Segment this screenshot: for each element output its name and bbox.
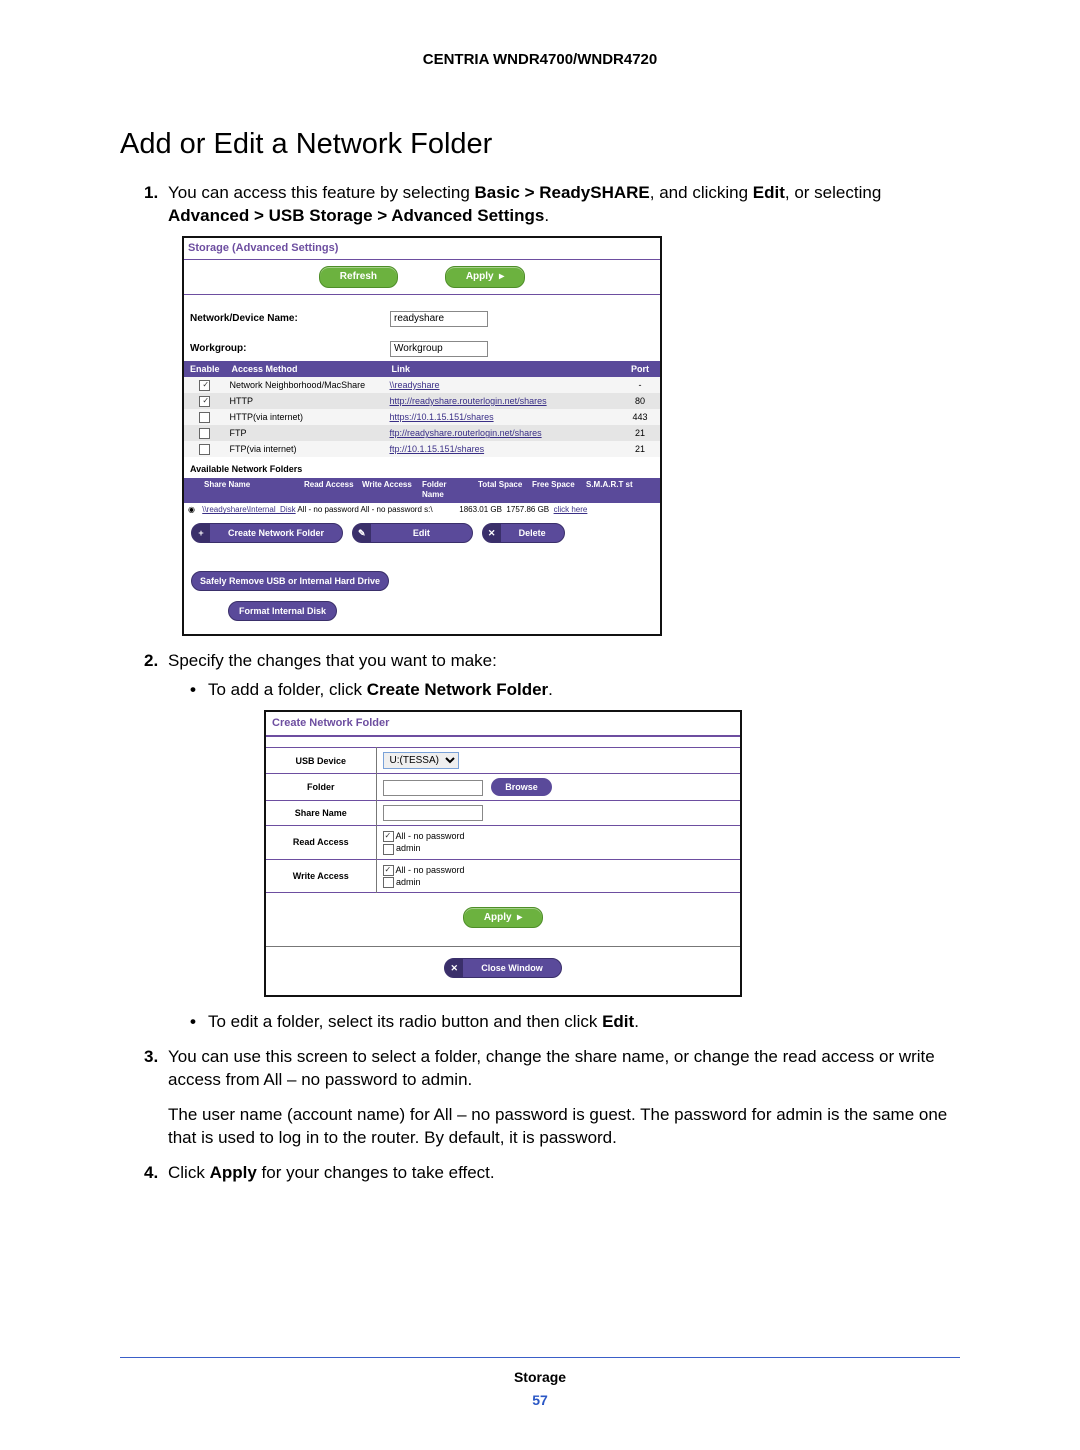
read-admin-checkbox[interactable] (383, 844, 394, 855)
step-3-para-2: The user name (account name) for All – n… (168, 1104, 960, 1150)
step-1-text-c: , and clicking (650, 183, 753, 202)
step-1-bold-2: Edit (753, 183, 785, 202)
create-network-folder-button[interactable]: +Create Network Folder (191, 523, 343, 543)
footer-rule (120, 1357, 960, 1358)
link-cell[interactable]: \\readyshare (390, 380, 440, 390)
link-cell[interactable]: https://10.1.15.151/shares (390, 412, 494, 422)
format-disk-button[interactable]: Format Internal Disk (228, 601, 337, 621)
port-cell: 80 (620, 393, 660, 409)
write-admin-checkbox[interactable] (383, 877, 394, 888)
usb-device-select[interactable]: U:(TESSA) (383, 752, 459, 769)
step-1-bold-1: Basic > ReadySHARE (475, 183, 650, 202)
step-1-text-a: You can access this feature by selecting (168, 183, 475, 202)
method-cell: HTTP (226, 393, 386, 409)
folders-header: Share Name Read Access Write Access Fold… (184, 478, 660, 504)
step-2-bullet-2: To edit a folder, select its radio butto… (186, 1011, 960, 1034)
refresh-button[interactable]: Refresh (319, 266, 398, 288)
th-port: Port (620, 361, 660, 377)
port-cell: 21 (620, 441, 660, 457)
panel2-title: Create Network Folder (266, 712, 740, 735)
workgroup-label: Workgroup: (190, 342, 390, 356)
folder-row: ◉ \\readyshare\Internal_Disk All - no pa… (184, 503, 660, 518)
footer-section-label: Storage (120, 1368, 960, 1387)
smart-link[interactable]: click here (554, 505, 588, 514)
read-all-checkbox[interactable] (383, 831, 394, 842)
create-network-folder-screenshot: Create Network Folder USB Device U:(TESS… (264, 710, 742, 997)
page-number: 57 (120, 1391, 960, 1410)
step-2: Specify the changes that you want to mak… (144, 650, 960, 1034)
link-cell[interactable]: http://readyshare.routerlogin.net/shares (390, 396, 547, 406)
step-3-para-1: You can use this screen to select a fold… (168, 1046, 960, 1092)
method-cell: FTP(via internet) (226, 441, 386, 457)
enable-checkbox[interactable] (199, 444, 210, 455)
link-cell[interactable]: ftp://10.1.15.151/shares (390, 444, 485, 454)
available-folders-label: Available Network Folders (184, 457, 660, 477)
th-link: Link (386, 361, 620, 377)
step-2-bullet-1: To add a folder, click Create Network Fo… (186, 679, 960, 997)
step-3: You can use this screen to select a fold… (144, 1046, 960, 1150)
step-2-text: Specify the changes that you want to mak… (168, 651, 497, 670)
method-cell: HTTP(via internet) (226, 409, 386, 425)
share-link[interactable]: \\readyshare\Internal_Disk (202, 505, 295, 514)
usb-device-label: USB Device (266, 748, 376, 774)
apply-button-2[interactable]: Apply ▸ (463, 907, 543, 929)
section-title: Add or Edit a Network Folder (120, 125, 960, 164)
share-name-input[interactable] (383, 805, 483, 821)
close-window-button[interactable]: ✕Close Window (444, 958, 561, 978)
step-1-text-e: , or selecting (785, 183, 881, 202)
folder-input[interactable] (383, 780, 483, 796)
enable-checkbox[interactable] (199, 412, 210, 423)
browse-button[interactable]: Browse (491, 778, 552, 796)
storage-advanced-screenshot: Storage (Advanced Settings) Refresh Appl… (182, 236, 662, 636)
step-1: You can access this feature by selecting… (144, 182, 960, 636)
enable-checkbox[interactable] (199, 380, 210, 391)
workgroup-input[interactable] (390, 341, 488, 357)
port-cell: 443 (620, 409, 660, 425)
share-name-label: Share Name (266, 801, 376, 826)
edit-folder-button[interactable]: ✎Edit (352, 523, 473, 543)
read-access-label: Read Access (266, 826, 376, 859)
step-1-bold-3: Advanced > USB Storage > Advanced Settin… (168, 206, 544, 225)
write-access-label: Write Access (266, 859, 376, 892)
apply-button[interactable]: Apply ▸ (445, 266, 525, 288)
network-name-label: Network/Device Name: (190, 312, 390, 326)
create-folder-form: USB Device U:(TESSA) Folder Browse Share… (266, 747, 740, 893)
delete-folder-button[interactable]: ✕Delete (482, 523, 565, 543)
port-cell: 21 (620, 425, 660, 441)
enable-checkbox[interactable] (199, 428, 210, 439)
safely-remove-button[interactable]: Safely Remove USB or Internal Hard Drive (191, 571, 389, 591)
write-all-checkbox[interactable] (383, 865, 394, 876)
folder-label: Folder (266, 774, 376, 801)
enable-checkbox[interactable] (199, 396, 210, 407)
access-method-table: Enable Access Method Link Port Network N… (184, 361, 660, 458)
doc-header: CENTRIA WNDR4700/WNDR4720 (120, 50, 960, 70)
method-cell: Network Neighborhood/MacShare (226, 377, 386, 393)
th-enable: Enable (184, 361, 226, 377)
step-4: Click Apply for your changes to take eff… (144, 1162, 960, 1185)
port-cell: - (620, 377, 660, 393)
step-1-text-g: . (544, 206, 549, 225)
link-cell[interactable]: ftp://readyshare.routerlogin.net/shares (390, 428, 542, 438)
method-cell: FTP (226, 425, 386, 441)
th-method: Access Method (226, 361, 386, 377)
panel1-title: Storage (Advanced Settings) (184, 238, 660, 259)
network-name-input[interactable] (390, 311, 488, 327)
